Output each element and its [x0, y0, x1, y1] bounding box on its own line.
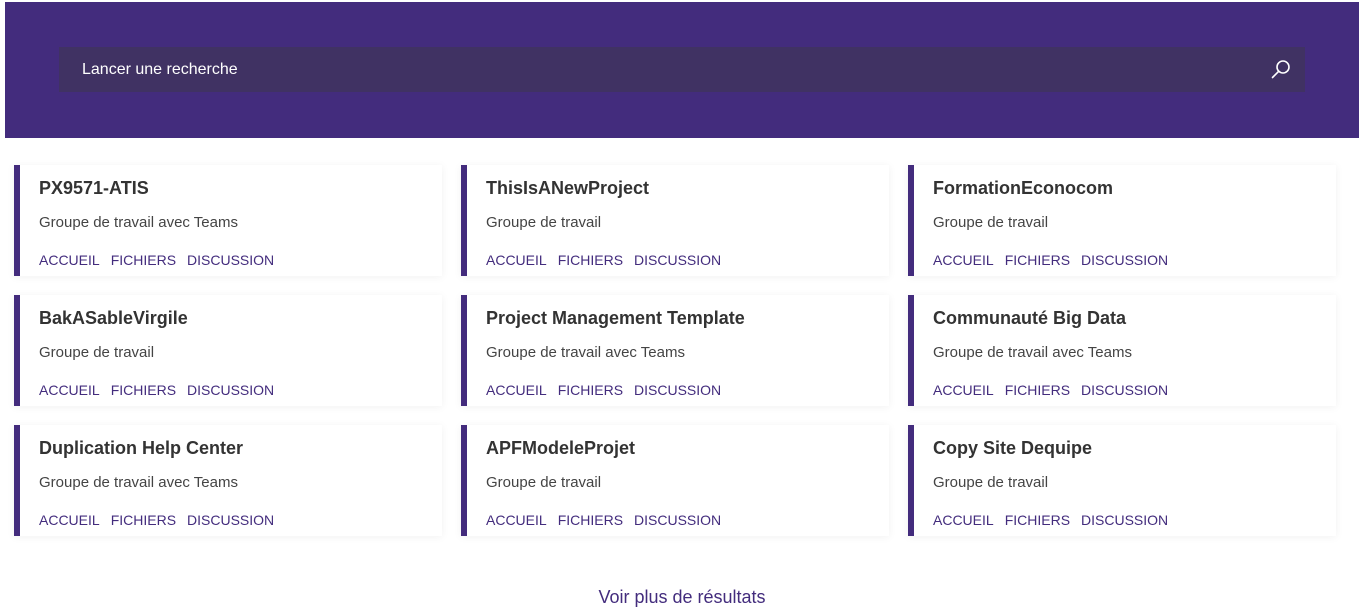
- fichiers-link[interactable]: FICHIERS: [111, 382, 176, 398]
- fichiers-link[interactable]: FICHIERS: [1005, 512, 1070, 528]
- search-input[interactable]: [59, 47, 1249, 92]
- fichiers-link[interactable]: FICHIERS: [558, 512, 623, 528]
- accueil-link[interactable]: ACCUEIL: [39, 512, 100, 528]
- search-header: [5, 2, 1359, 138]
- discussion-link[interactable]: DISCUSSION: [1081, 252, 1168, 268]
- site-title[interactable]: FormationEconocom: [933, 178, 1113, 199]
- site-links: ACCUEIL FICHIERS DISCUSSION: [933, 512, 1168, 528]
- site-card: APFModeleProjet Groupe de travail ACCUEI…: [461, 425, 889, 536]
- fichiers-link[interactable]: FICHIERS: [111, 252, 176, 268]
- site-title[interactable]: APFModeleProjet: [486, 438, 635, 459]
- accueil-link[interactable]: ACCUEIL: [486, 252, 547, 268]
- accueil-link[interactable]: ACCUEIL: [933, 512, 994, 528]
- site-card: Project Management Template Groupe de tr…: [461, 295, 889, 406]
- site-type: Groupe de travail: [486, 214, 602, 231]
- accueil-link[interactable]: ACCUEIL: [486, 382, 547, 398]
- site-title[interactable]: ThisIsANewProject: [486, 178, 649, 199]
- site-title[interactable]: Project Management Template: [486, 308, 745, 329]
- search-bar: [59, 47, 1305, 92]
- fichiers-link[interactable]: FICHIERS: [1005, 252, 1070, 268]
- search-icon: [1271, 60, 1290, 79]
- accueil-link[interactable]: ACCUEIL: [933, 382, 994, 398]
- fichiers-link[interactable]: FICHIERS: [558, 382, 623, 398]
- site-title[interactable]: Duplication Help Center: [39, 438, 243, 459]
- site-links: ACCUEIL FICHIERS DISCUSSION: [933, 252, 1168, 268]
- more-results-link[interactable]: Voir plus de résultats: [0, 587, 1364, 608]
- site-type: Groupe de travail avec Teams: [39, 474, 238, 491]
- site-title[interactable]: Copy Site Dequipe: [933, 438, 1092, 459]
- discussion-link[interactable]: DISCUSSION: [187, 252, 274, 268]
- site-links: ACCUEIL FICHIERS DISCUSSION: [933, 382, 1168, 398]
- site-card: ThisIsANewProject Groupe de travail ACCU…: [461, 165, 889, 276]
- fichiers-link[interactable]: FICHIERS: [1005, 382, 1070, 398]
- discussion-link[interactable]: DISCUSSION: [634, 382, 721, 398]
- site-card: FormationEconocom Groupe de travail ACCU…: [908, 165, 1336, 276]
- accueil-link[interactable]: ACCUEIL: [39, 252, 100, 268]
- site-links: ACCUEIL FICHIERS DISCUSSION: [486, 252, 721, 268]
- site-card: Copy Site Dequipe Groupe de travail ACCU…: [908, 425, 1336, 536]
- accueil-link[interactable]: ACCUEIL: [486, 512, 547, 528]
- site-type: Groupe de travail: [933, 474, 1049, 491]
- site-title[interactable]: Communauté Big Data: [933, 308, 1126, 329]
- discussion-link[interactable]: DISCUSSION: [1081, 382, 1168, 398]
- discussion-link[interactable]: DISCUSSION: [187, 512, 274, 528]
- site-links: ACCUEIL FICHIERS DISCUSSION: [486, 512, 721, 528]
- site-title[interactable]: PX9571-ATIS: [39, 178, 149, 199]
- site-card: PX9571-ATIS Groupe de travail avec Teams…: [14, 165, 442, 276]
- site-links: ACCUEIL FICHIERS DISCUSSION: [39, 512, 274, 528]
- site-links: ACCUEIL FICHIERS DISCUSSION: [486, 382, 721, 398]
- site-type: Groupe de travail: [933, 214, 1049, 231]
- accueil-link[interactable]: ACCUEIL: [39, 382, 100, 398]
- site-type: Groupe de travail avec Teams: [39, 214, 238, 231]
- discussion-link[interactable]: DISCUSSION: [634, 512, 721, 528]
- site-links: ACCUEIL FICHIERS DISCUSSION: [39, 382, 274, 398]
- site-card-grid: PX9571-ATIS Groupe de travail avec Teams…: [14, 165, 1337, 536]
- search-button[interactable]: [1267, 55, 1295, 83]
- site-card: Duplication Help Center Groupe de travai…: [14, 425, 442, 536]
- fichiers-link[interactable]: FICHIERS: [111, 512, 176, 528]
- site-type: Groupe de travail: [39, 344, 155, 361]
- site-type: Groupe de travail: [486, 474, 602, 491]
- site-title[interactable]: BakASableVirgile: [39, 308, 188, 329]
- site-card: Communauté Big Data Groupe de travail av…: [908, 295, 1336, 406]
- site-type: Groupe de travail avec Teams: [933, 344, 1132, 361]
- site-type: Groupe de travail avec Teams: [486, 344, 685, 361]
- discussion-link[interactable]: DISCUSSION: [634, 252, 721, 268]
- discussion-link[interactable]: DISCUSSION: [1081, 512, 1168, 528]
- accueil-link[interactable]: ACCUEIL: [933, 252, 994, 268]
- fichiers-link[interactable]: FICHIERS: [558, 252, 623, 268]
- site-card: BakASableVirgile Groupe de travail ACCUE…: [14, 295, 442, 406]
- site-links: ACCUEIL FICHIERS DISCUSSION: [39, 252, 274, 268]
- discussion-link[interactable]: DISCUSSION: [187, 382, 274, 398]
